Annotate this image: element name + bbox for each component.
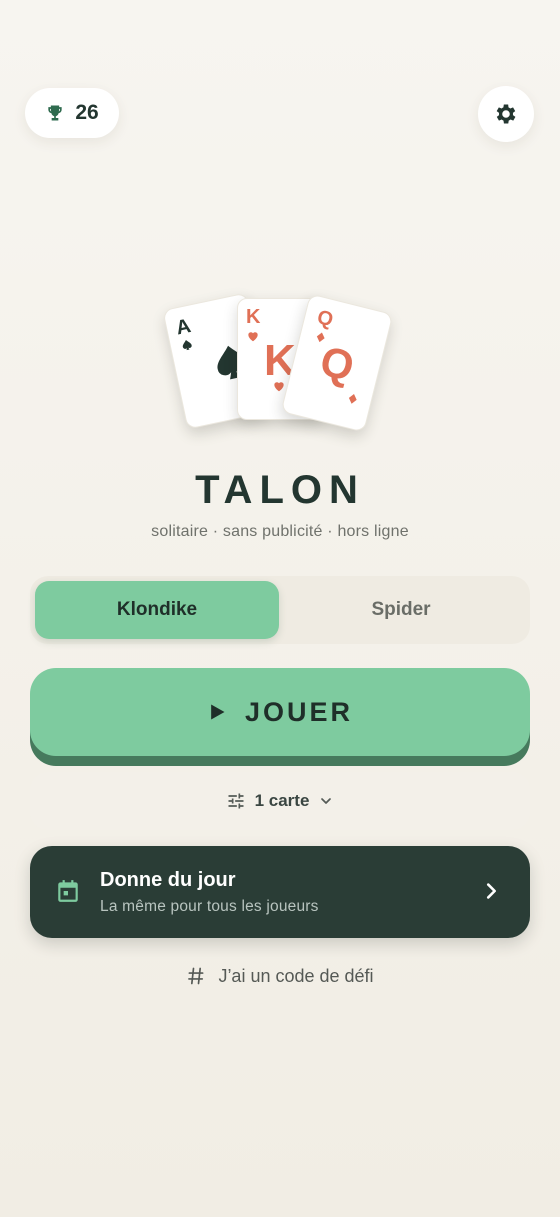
game-mode-toggle: Klondike Spider [30,576,530,644]
play-label: JOUER [244,696,354,727]
diamond-icon [348,394,357,404]
app-tagline: solitaire · sans publicité · hors ligne [151,523,409,540]
spade-icon [182,339,192,351]
chevron-right-icon [486,883,496,899]
trophy-icon [48,105,62,121]
draw-count-select[interactable]: 1 carte [30,772,530,830]
daily-deal-subtitle: La même pour tous les joueurs [100,898,319,915]
app-title: TALON [195,468,365,512]
ace-rank: A [174,314,193,340]
daily-deal-button[interactable]: Donne du jour La même pour tous les joue… [30,846,530,938]
tune-icon [228,793,244,809]
settings-button[interactable] [478,86,534,142]
mode-spider-tab[interactable]: Spider [279,581,523,639]
hash-icon [188,967,204,985]
calendar-icon [58,880,78,902]
draw-count-label: 1 carte [254,791,310,810]
challenge-code-label: J’ai un code de défi [218,965,374,986]
king-rank: K [246,306,261,328]
gear-icon [496,104,516,124]
chevron-down-icon [321,798,332,804]
play-button[interactable]: JOUER [30,668,530,756]
trophy-count: 26 [75,101,99,124]
queen-rank-large: Q [315,336,359,391]
heart-icon [274,382,284,392]
mode-klondike-tab[interactable]: Klondike [35,581,279,639]
trophy-badge[interactable]: 26 [25,88,119,138]
challenge-code-link[interactable]: J’ai un code de défi [0,962,560,990]
daily-deal-title: Donne du jour [100,869,236,891]
play-icon [211,704,225,720]
queen-rank: Q [314,306,336,332]
cards-illustration: A K K Q Q [150,286,410,446]
heart-icon [248,332,258,342]
